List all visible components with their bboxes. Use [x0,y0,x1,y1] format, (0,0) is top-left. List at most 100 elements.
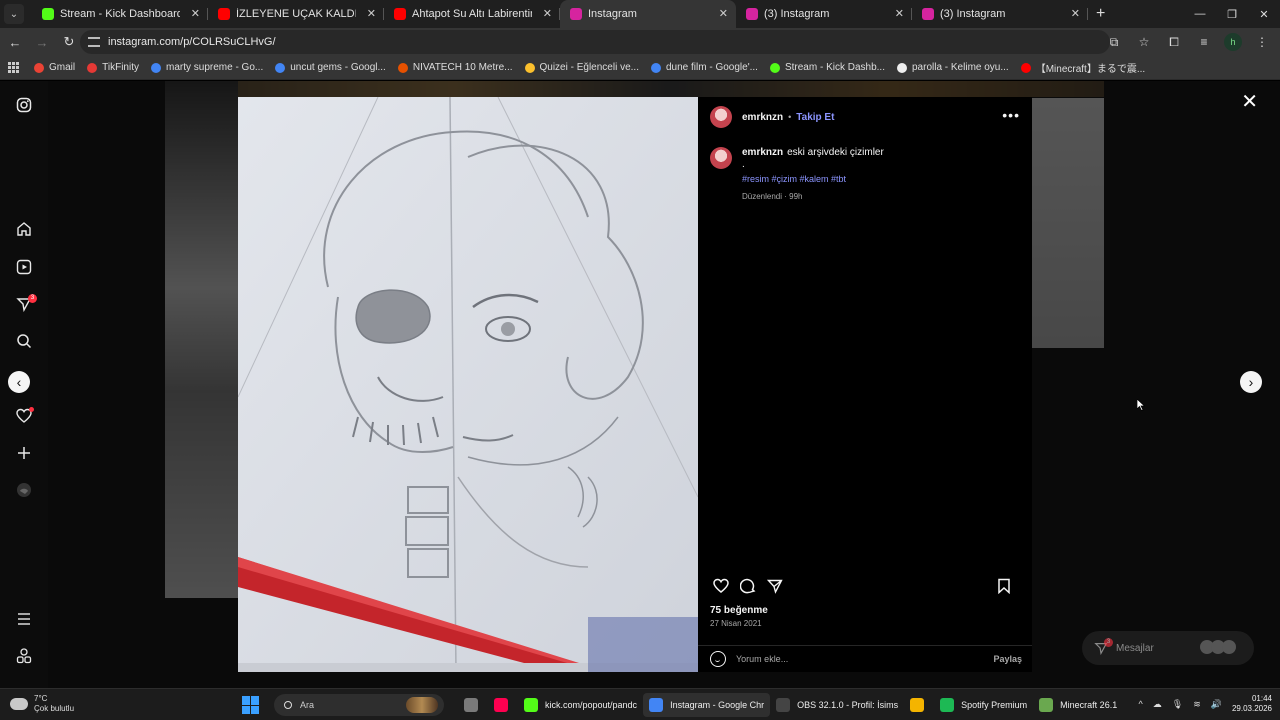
browser-menu-icon[interactable]: ⋮ [1252,32,1272,52]
hashtags[interactable]: #resim #çizim #kalem #tbt [742,173,884,185]
comment-icon[interactable] [737,575,759,597]
media-control-icon[interactable]: ≡ [1194,32,1214,52]
close-window-icon[interactable]: ✕ [1248,0,1280,28]
minimize-icon[interactable]: — [1184,0,1216,28]
caption-username[interactable]: emrknzn [742,147,783,158]
emoji-icon[interactable] [710,651,726,667]
browser-tab[interactable]: (3) Instagram ✕ [736,0,912,28]
messages-label: Mesajlar [1116,642,1154,654]
taskbar-app-icon [494,698,508,712]
bookmark-item[interactable]: dune film - Google'... [651,60,758,75]
microphone-icon[interactable]: 🎙 [1172,699,1183,710]
install-app-icon[interactable]: ⧉ [1104,32,1124,52]
browser-tab[interactable]: Stream - Kick Dashboard ✕ [32,0,208,28]
menu-icon[interactable] [14,609,34,629]
taskbar-app[interactable]: OBS 32.1.0 - Profil: İsims [770,693,904,717]
tab-close-icon[interactable]: ✕ [895,7,904,20]
tab-search-button[interactable]: ⌄ [4,4,24,24]
taskbar-app[interactable]: kick.com/popout/pandc [518,693,643,717]
next-post-button[interactable]: › [1240,371,1262,393]
bookmark-item[interactable]: Stream - Kick Dashb... [769,60,885,75]
taskbar-app[interactable]: Instagram - Google Chr [643,693,771,717]
volume-icon[interactable]: 🔊 [1211,699,1222,710]
post-comment-button[interactable]: Paylaş [993,654,1022,664]
tab-favicon-icon [218,8,230,20]
taskbar-app-label: OBS 32.1.0 - Profil: İsims [797,700,899,710]
site-info-icon[interactable] [88,37,100,47]
tab-favicon-icon [570,8,582,20]
reels-icon[interactable] [14,257,34,277]
taskbar-search[interactable]: Ara [274,694,444,716]
previous-post-button[interactable]: ‹ [8,371,30,393]
taskbar-app[interactable] [904,693,934,717]
tab-close-icon[interactable]: ✕ [191,7,200,20]
more-options-icon[interactable]: ••• [1002,107,1020,123]
home-icon[interactable] [14,219,34,239]
caption-avatar[interactable] [710,147,732,169]
bookmark-label: dune film - Google'... [666,62,758,73]
search-icon[interactable] [14,331,34,351]
tab-title: (3) Instagram [940,8,1006,20]
instagram-icon[interactable] [14,95,34,115]
follow-button[interactable]: Takip Et [796,112,834,123]
profile-icon[interactable] [14,480,34,500]
share-icon[interactable] [764,575,786,597]
messages-badge: 3 [1104,638,1113,647]
save-icon[interactable] [993,575,1015,597]
address-bar[interactable]: instagram.com/p/COLRSuCLHvG/ [80,30,1110,54]
profile-avatar[interactable]: h [1224,33,1242,51]
restore-icon[interactable]: ❐ [1216,0,1248,28]
browser-tab[interactable]: Instagram ✕ [560,0,736,28]
taskbar-app[interactable]: Minecraft 26.1 [1033,693,1123,717]
back-icon[interactable]: ← [3,35,27,50]
browser-tab[interactable]: Ahtapot Su Altı Labirentine Kar ✕ [384,0,560,28]
weather-widget[interactable]: 7°C Çok bulutlu [10,694,74,714]
wifi-icon[interactable]: ≋ [1193,699,1201,710]
close-modal-icon[interactable]: ✕ [1241,89,1258,114]
bookmark-item[interactable]: Gmail [34,60,75,75]
bookmark-label: parolla - Kelime oyu... [911,62,1009,73]
separator-dot: • [788,112,792,122]
messages-pill[interactable]: 3 Mesajlar [1082,631,1254,665]
onedrive-icon[interactable]: ☁ [1153,699,1162,710]
tab-title: Ahtapot Su Altı Labirentine Kar [412,8,532,20]
taskbar-app[interactable] [488,693,518,717]
author-avatar[interactable] [710,106,732,128]
bookmark-star-icon[interactable]: ☆ [1134,32,1154,52]
bookmark-item[interactable]: parolla - Kelime oyu... [896,60,1009,75]
post-image[interactable] [238,97,698,672]
bookmark-item[interactable]: NIVATECH 10 Metre... [397,60,513,75]
windows-start-icon[interactable] [242,696,260,714]
system-clock[interactable]: 01:44 29.03.2026 [1232,694,1272,714]
bookmarks-bar: Gmail TikFinity marty supreme - Go... uncut… [0,56,1280,80]
tray-overflow-icon[interactable]: ^ [1139,699,1143,709]
bookmark-item[interactable]: uncut gems - Googl... [275,60,386,75]
extensions-icon[interactable]: ⧠ [1164,32,1184,52]
author-username[interactable]: emrknzn [742,112,783,123]
forward-icon[interactable]: → [30,35,54,50]
tab-close-icon[interactable]: ✕ [543,7,552,20]
bookmark-item[interactable]: marty supreme - Go... [150,60,263,75]
bookmark-item[interactable]: Quizei - Eğlenceli ve... [524,60,639,75]
tab-title: Instagram [588,8,637,20]
comment-input[interactable]: Yorum ekle... [736,654,788,664]
tab-close-icon[interactable]: ✕ [367,7,376,20]
bookmark-item[interactable]: TikFinity [87,60,139,75]
bookmark-item[interactable]: 【Minecraft】まるで震... [1020,60,1145,75]
browser-tab[interactable]: İZLEYENE UÇAK KALDIRMAYI Ö ✕ [208,0,384,28]
tab-title: Stream - Kick Dashboard [60,8,180,20]
like-icon[interactable] [710,575,732,597]
apps-icon[interactable] [14,646,34,666]
bookmark-label: uncut gems - Googl... [290,62,386,73]
tab-close-icon[interactable]: ✕ [1071,7,1080,20]
taskbar-app[interactable] [458,693,488,717]
reload-icon[interactable]: ↻ [57,34,81,50]
browser-tab[interactable]: (3) Instagram ✕ [912,0,1088,28]
like-count[interactable]: 75 beğenme [710,605,768,616]
tab-close-icon[interactable]: ✕ [719,7,728,20]
taskbar-app[interactable]: Spotify Premium [934,693,1033,717]
new-tab-button[interactable]: + [1096,5,1105,23]
create-icon[interactable] [14,443,34,463]
apps-grid-icon[interactable] [8,61,20,74]
clock-date: 29.03.2026 [1231,704,1272,713]
